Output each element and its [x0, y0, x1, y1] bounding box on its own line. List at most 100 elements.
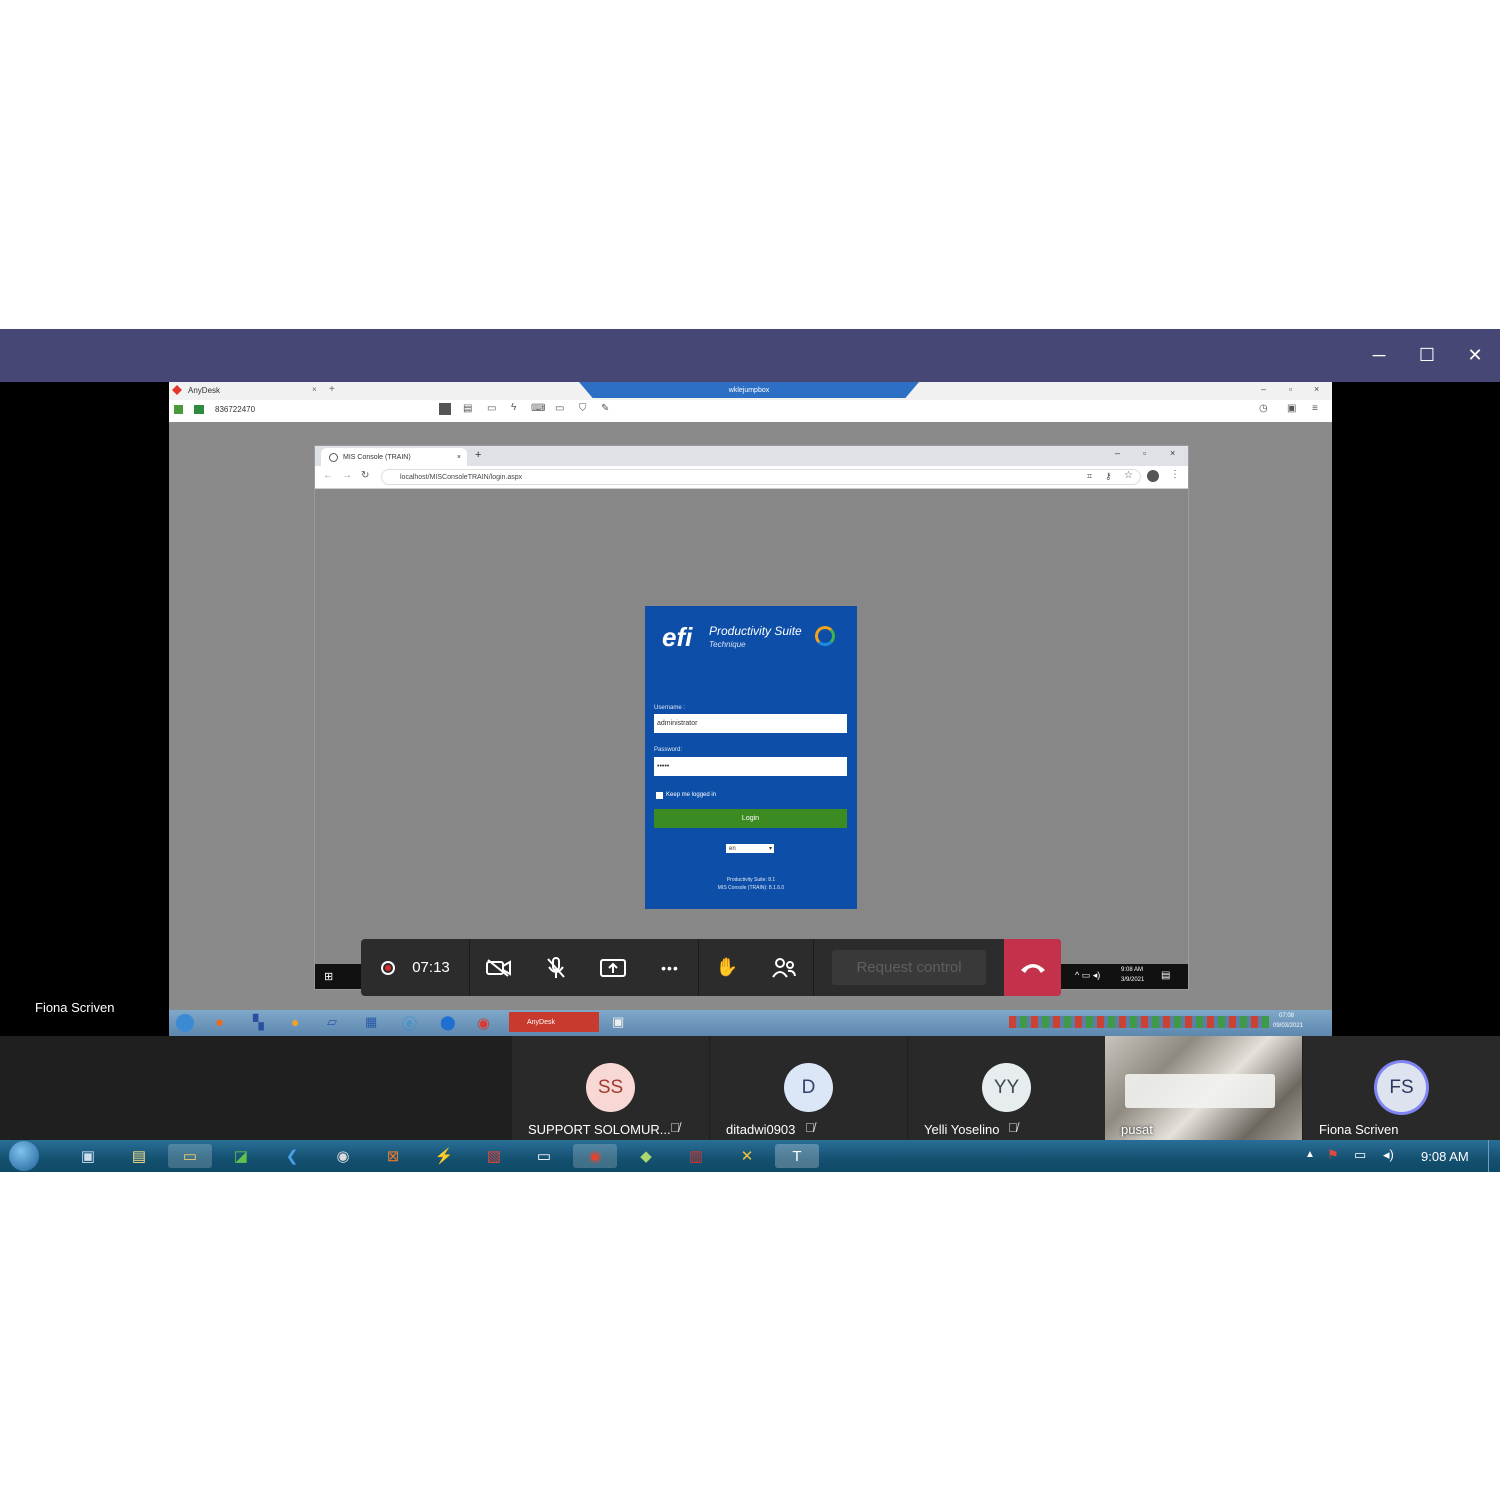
vpn-icon[interactable]: ●	[291, 1014, 299, 1030]
file-icon[interactable]: ▤	[463, 403, 472, 414]
participant-video-tile[interactable]: pusat	[1105, 1036, 1302, 1140]
explorer-icon[interactable]: ▭	[168, 1144, 212, 1168]
anydesk-taskbar-button[interactable]: AnyDesk	[509, 1012, 599, 1032]
camera-off-icon[interactable]	[477, 939, 521, 996]
xampp-icon[interactable]: ⊠	[371, 1144, 415, 1168]
notepad-icon[interactable]: ▤	[117, 1144, 161, 1168]
anydesk-minimize-icon[interactable]: –	[1261, 384, 1266, 394]
clock-time[interactable]: 9:08 AM	[1421, 1149, 1469, 1164]
more-options-icon[interactable]: •••	[648, 939, 692, 996]
actions-icon[interactable]: ϟ	[511, 402, 516, 413]
screen-icon[interactable]: ▭	[555, 403, 564, 414]
url-input[interactable]: localhost/MISConsoleTRAIN/login.aspx	[381, 469, 1141, 485]
windows-start-icon[interactable]: ⊞	[324, 970, 333, 983]
back-icon[interactable]: ←	[323, 470, 333, 481]
teamviewer-icon[interactable]: ⬤	[440, 1014, 456, 1031]
hang-up-button[interactable]	[1004, 939, 1061, 996]
avatar: FS	[1377, 1063, 1426, 1112]
mic-off-icon[interactable]	[534, 939, 578, 996]
remote-desktop-icon[interactable]: ▣	[66, 1144, 110, 1168]
chrome-icon[interactable]: ◉	[573, 1144, 617, 1168]
teams-icon[interactable]: T	[775, 1144, 819, 1168]
network-tool-icon[interactable]: ✕	[725, 1144, 769, 1168]
chrome-address-row: ← → ↻ localhost/MISConsoleTRAIN/login.as…	[315, 466, 1188, 489]
language-select[interactable]: en ▾	[726, 844, 774, 853]
chrome-close-icon[interactable]: ×	[1170, 448, 1175, 458]
suite-logo-icon	[815, 626, 835, 646]
participant-tile[interactable]: D ditadwi0903 🎙̸	[710, 1036, 907, 1140]
raise-hand-icon[interactable]: ✋	[705, 939, 749, 996]
close-tab-icon[interactable]: ×	[457, 454, 461, 461]
network-icon[interactable]: ▭	[1354, 1147, 1366, 1163]
keyboard-icon[interactable]: ⌨	[531, 403, 545, 414]
tray-icons[interactable]: ^ ▭ ◂)	[1075, 970, 1100, 981]
participant-tile[interactable]: YY Yelli Yoselino 🎙̸	[908, 1036, 1105, 1140]
username-field[interactable]: administrator	[654, 714, 847, 733]
network-icon[interactable]: ▚	[253, 1014, 264, 1031]
close-button[interactable]: ✕	[1451, 329, 1499, 382]
chrome-menu-icon[interactable]: ⋮	[1170, 469, 1180, 480]
menu-icon[interactable]: ≡	[1312, 403, 1318, 414]
share-screen-icon[interactable]	[591, 939, 635, 996]
vscode-icon[interactable]: ❮	[270, 1144, 314, 1168]
reload-icon[interactable]: ↻	[361, 470, 369, 481]
star-icon[interactable]: ☆	[1124, 470, 1133, 481]
profile-icon[interactable]	[1147, 470, 1159, 482]
pdf-icon[interactable]: ▧	[472, 1144, 516, 1168]
tray-icons[interactable]	[1009, 1016, 1269, 1028]
display-icon[interactable]	[439, 403, 451, 415]
keep-logged-in-checkbox[interactable]	[656, 792, 663, 799]
participants-icon[interactable]	[762, 939, 806, 996]
show-desktop-button[interactable]	[1488, 1140, 1500, 1172]
login-button[interactable]: Login	[654, 809, 847, 828]
cmd-icon[interactable]: ▭	[522, 1144, 566, 1168]
show-hidden-icons-icon[interactable]: ▲	[1305, 1149, 1315, 1160]
forward-icon[interactable]: →	[342, 470, 352, 481]
ie-icon[interactable]: ⓔ	[402, 1013, 417, 1034]
anydesk-restore-icon[interactable]: ▫	[1289, 384, 1292, 394]
close-tab-icon[interactable]: ×	[312, 385, 317, 394]
chat-icon[interactable]: ▭	[487, 403, 496, 414]
profile-icon[interactable]: ▣	[1287, 403, 1296, 414]
start-orb-icon[interactable]	[9, 1141, 39, 1171]
pen-icon[interactable]: ✎	[601, 403, 609, 414]
key-icon[interactable]: ⚷	[1105, 471, 1112, 482]
notification-icon[interactable]: ▤	[1161, 970, 1170, 981]
chrome-tab[interactable]: MIS Console (TRAIN) ×	[321, 448, 467, 466]
volume-icon[interactable]: ◂)	[1383, 1147, 1394, 1163]
participant-tile-self[interactable]: FS Fiona Scriven	[1303, 1036, 1500, 1140]
anydesk-close-icon[interactable]: ×	[1314, 384, 1319, 394]
app-icon[interactable]: ▱	[327, 1014, 337, 1030]
tool-icon[interactable]: ◉	[321, 1144, 365, 1168]
ftp-icon[interactable]: ⚡	[422, 1144, 466, 1168]
maximize-button[interactable]: ☐	[1403, 329, 1451, 382]
request-control-button[interactable]: Request control	[832, 950, 986, 985]
anydesk-remote-banner[interactable]: wklejumpbox	[579, 382, 919, 398]
chrome-window: MIS Console (TRAIN) × + – ▫ × ← → ↻ loca…	[314, 445, 1189, 990]
app-icon[interactable]: ▥	[674, 1144, 718, 1168]
translate-icon[interactable]: ⌗	[1087, 471, 1092, 482]
session-id[interactable]: 836722470	[215, 405, 255, 414]
password-field[interactable]: •••••	[654, 757, 847, 776]
history-icon[interactable]: ◷	[1259, 403, 1268, 414]
minimize-button[interactable]: ─	[1355, 329, 1403, 382]
spreadsheet-icon[interactable]: ◪	[219, 1144, 263, 1168]
folder-icon[interactable]: ◆	[624, 1144, 668, 1168]
chrome-restore-icon[interactable]: ▫	[1143, 448, 1146, 458]
participant-tile[interactable]: SS SUPPORT SOLOMUR... 🎙̸	[512, 1036, 709, 1140]
remote-desktop[interactable]: MIS Console (TRAIN) × + – ▫ × ← → ↻ loca…	[169, 422, 1332, 1010]
chrome-icon[interactable]: ◉	[477, 1014, 490, 1032]
action-center-icon[interactable]: ⚑	[1327, 1147, 1339, 1163]
login-card: efi Productivity Suite Technique Usernam…	[645, 606, 857, 909]
anydesk-tab-label[interactable]: AnyDesk	[188, 386, 220, 395]
presenter-name-label: Fiona Scriven	[35, 1000, 115, 1015]
new-tab-icon[interactable]: +	[475, 449, 481, 461]
new-tab-icon[interactable]: +	[329, 384, 335, 395]
product-edition: Technique	[709, 640, 746, 649]
chrome-minimize-icon[interactable]: –	[1115, 448, 1120, 458]
start-orb-icon[interactable]	[176, 1014, 194, 1032]
shield-icon[interactable]: ⛉	[579, 403, 587, 414]
firefox-icon[interactable]: ●	[215, 1014, 224, 1031]
computer-icon[interactable]: ▦	[365, 1014, 377, 1030]
windows-explorer-icon[interactable]: ▣	[612, 1014, 624, 1030]
